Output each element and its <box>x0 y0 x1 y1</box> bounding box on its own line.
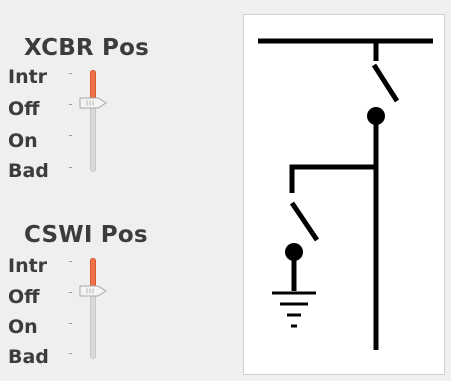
cswi-tick-bad <box>69 353 72 354</box>
cswi-tick-intr <box>69 261 72 262</box>
xcbr-label-on: On <box>8 130 38 152</box>
cswi-tick-off <box>69 292 72 293</box>
xcbr-label-bad: Bad <box>8 160 49 182</box>
single-line-diagram <box>258 38 433 350</box>
cswi-slider-handle[interactable] <box>78 284 108 298</box>
xcbr-tick-off <box>69 104 72 105</box>
cswi-label-on: On <box>8 316 38 338</box>
xcbr-tick-intr <box>69 73 72 74</box>
xcbr-tick-on <box>69 135 72 136</box>
earth-switch-blade <box>289 201 320 242</box>
xcbr-tick-bad <box>69 167 72 168</box>
cswi-label-bad: Bad <box>8 346 49 368</box>
earth-switch-pivot <box>285 243 303 261</box>
disconnector-pivot <box>367 107 385 125</box>
earth-branch <box>289 164 376 193</box>
cswi-label-intr: Intr <box>8 255 48 277</box>
xcbr-label-off: Off <box>8 98 40 120</box>
earth-icon <box>272 291 316 328</box>
disconnector-switch-blade <box>371 63 400 103</box>
cswi-title: CSWI Pos <box>24 222 148 248</box>
xcbr-label-intr: Intr <box>8 66 48 88</box>
xcbr-title: XCBR Pos <box>24 35 149 61</box>
cswi-tick-on <box>69 323 72 324</box>
single-line-diagram-panel <box>243 14 445 375</box>
cswi-label-off: Off <box>8 286 40 308</box>
xcbr-slider-handle[interactable] <box>78 96 108 110</box>
